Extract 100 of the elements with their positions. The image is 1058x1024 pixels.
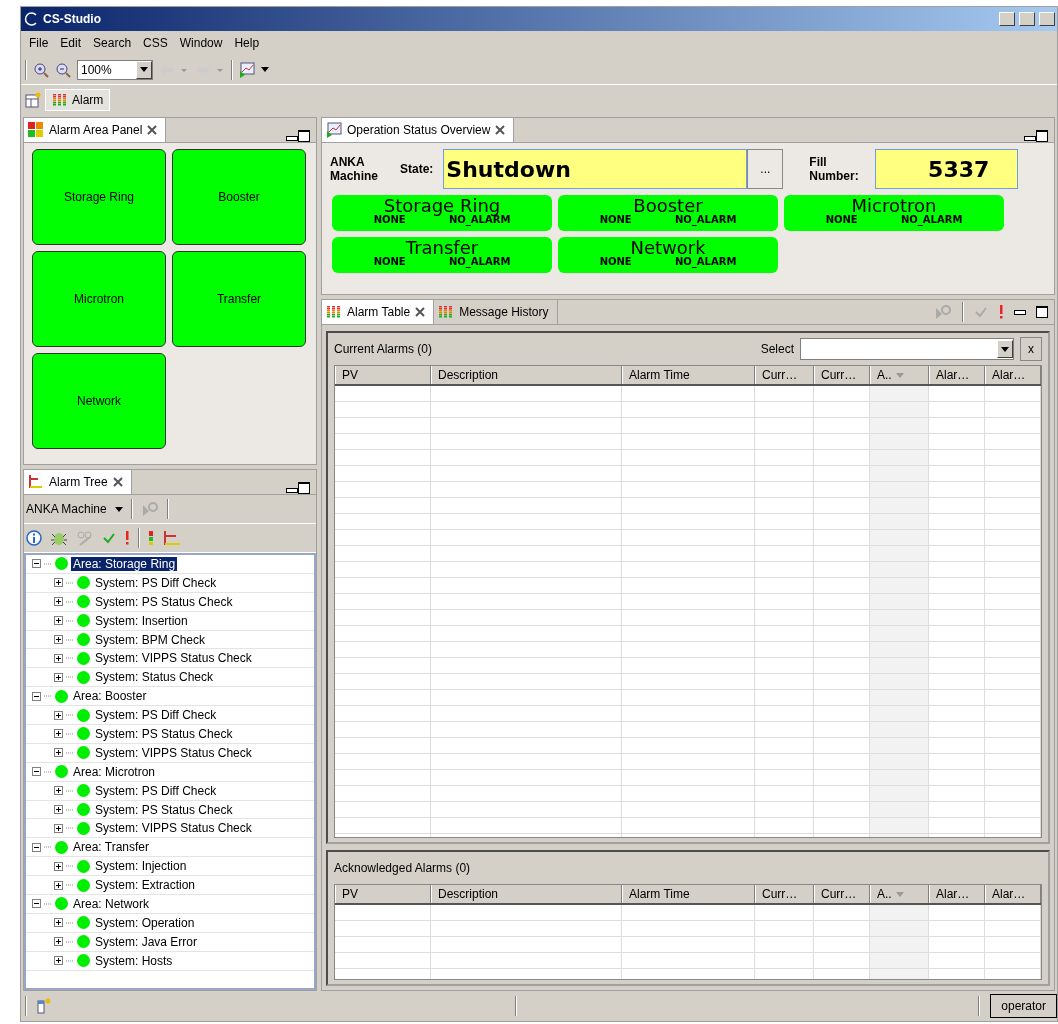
column-header[interactable]: PV [335, 366, 431, 384]
tree-item[interactable]: System: Operation [93, 915, 197, 930]
minimize-icon[interactable] [1024, 134, 1036, 142]
area-tile[interactable]: Storage Ring [32, 149, 166, 245]
expand-icon[interactable] [54, 823, 63, 833]
column-header[interactable]: Curr… [814, 366, 870, 384]
perspective-button[interactable]: Alarm [45, 89, 111, 111]
tree-item[interactable]: System: Hosts [93, 953, 175, 968]
tree-item[interactable]: System: PS Status Check [93, 594, 235, 609]
close-icon[interactable] [112, 477, 123, 487]
expand-icon[interactable] [54, 937, 63, 947]
expand-icon[interactable] [54, 672, 63, 682]
tree-item[interactable]: Area: Storage Ring [71, 556, 178, 571]
tree-item[interactable]: System: PS Diff Check [93, 575, 219, 590]
tree-item[interactable]: System: Insertion [93, 613, 190, 628]
expand-icon[interactable] [54, 616, 63, 626]
expand-icon[interactable] [54, 786, 63, 796]
expand-icon[interactable] [54, 597, 63, 607]
minimize-icon[interactable] [286, 134, 298, 142]
column-header[interactable]: Alar… [985, 885, 1041, 903]
tree-item[interactable]: System: PS Diff Check [93, 708, 219, 723]
collapse-icon[interactable] [32, 899, 41, 909]
zoom-out-icon[interactable] [55, 61, 71, 78]
maximize-icon[interactable] [1036, 130, 1048, 142]
zoom-field[interactable]: 100% [77, 59, 153, 80]
tree-item[interactable]: System: Status Check [93, 670, 216, 685]
maximize-icon[interactable] [1036, 306, 1048, 318]
restore-button[interactable] [1019, 12, 1035, 26]
close-icon[interactable] [495, 125, 506, 135]
exclamation-icon[interactable] [124, 530, 130, 546]
tree-item[interactable]: System: PS Status Check [93, 726, 235, 741]
minimize-icon[interactable] [1014, 308, 1026, 316]
menu-item[interactable]: Search [87, 34, 138, 52]
panel-tab[interactable]: Alarm Area Panel [24, 118, 167, 142]
checkmark-icon[interactable] [102, 531, 116, 545]
collapse-icon[interactable] [32, 691, 41, 701]
expand-icon[interactable] [54, 635, 63, 644]
expand-icon[interactable] [54, 578, 63, 588]
zoom-in-icon[interactable] [33, 61, 49, 78]
tree-item[interactable]: System: Extraction [93, 878, 198, 893]
collapse-icon[interactable] [32, 842, 41, 852]
tree-item[interactable]: Area: Microtron [71, 764, 158, 779]
tree-item[interactable]: Area: Transfer [71, 840, 152, 855]
tree-item[interactable]: System: Java Error [93, 934, 200, 949]
browse-button[interactable]: ... [747, 149, 784, 189]
tree-item[interactable]: System: BPM Check [93, 632, 208, 647]
area-tile[interactable]: Transfer [172, 251, 306, 347]
maximize-icon[interactable] [298, 482, 310, 494]
column-header[interactable]: Description [431, 366, 622, 384]
checkmark-icon[interactable] [974, 305, 988, 319]
expand-icon[interactable] [54, 748, 63, 758]
tree-item[interactable]: Area: Network [71, 896, 152, 911]
expand-icon[interactable] [54, 653, 63, 663]
menu-item[interactable]: File [23, 34, 55, 52]
expand-icon[interactable] [54, 861, 63, 871]
menu-item[interactable]: Help [228, 34, 266, 52]
close-button[interactable] [1039, 12, 1055, 26]
tree-item[interactable]: System: VIPPS Status Check [93, 821, 254, 836]
maximize-icon[interactable] [298, 130, 310, 142]
panel-tab[interactable]: Alarm Table [322, 300, 435, 324]
column-header[interactable]: PV [335, 885, 431, 903]
minimize-button[interactable] [999, 12, 1015, 26]
tree-item[interactable]: System: VIPPS Status Check [93, 745, 254, 760]
select-field[interactable] [800, 338, 1014, 360]
column-header[interactable]: A.. [870, 885, 929, 903]
fast-view-icon[interactable] [37, 998, 53, 1014]
expand-icon[interactable] [54, 805, 63, 814]
expand-icon[interactable] [54, 956, 63, 966]
tree-item[interactable]: System: PS Diff Check [93, 783, 219, 798]
column-header[interactable]: Curr… [755, 366, 814, 384]
dropdown-arrow-icon[interactable] [114, 506, 123, 512]
column-header[interactable]: Curr… [814, 885, 870, 903]
bug-icon[interactable] [50, 530, 68, 546]
expand-icon[interactable] [54, 918, 63, 928]
expand-icon[interactable] [54, 710, 63, 720]
clear-button[interactable]: x [1020, 337, 1042, 361]
expand-icon[interactable] [54, 729, 63, 739]
menu-item[interactable]: CSS [137, 34, 174, 52]
minimize-icon[interactable] [286, 486, 298, 494]
column-header[interactable]: Description [431, 885, 622, 903]
close-icon[interactable] [147, 125, 158, 135]
column-header[interactable]: A.. [870, 366, 929, 384]
dropdown-button[interactable] [997, 340, 1013, 358]
panel-tab[interactable]: Alarm Tree [24, 470, 132, 494]
column-header[interactable]: Alar… [985, 366, 1041, 384]
expand-icon[interactable] [54, 880, 63, 890]
collapse-icon[interactable] [32, 767, 41, 777]
tree-item[interactable]: System: VIPPS Status Check [93, 651, 254, 666]
menu-item[interactable]: Window [173, 34, 229, 52]
column-header[interactable]: Alarm Time [622, 366, 755, 384]
tree-icon[interactable] [162, 530, 182, 546]
info-icon[interactable] [26, 530, 42, 546]
menu-item[interactable]: Edit [54, 34, 88, 52]
severity-bar-icon[interactable] [148, 530, 154, 546]
column-header[interactable]: Alarm Time [622, 885, 755, 903]
area-tile[interactable]: Network [32, 353, 166, 449]
column-header[interactable]: Alar… [929, 885, 985, 903]
tree-item[interactable]: Area: Booster [71, 689, 149, 704]
area-tile[interactable]: Microtron [32, 251, 166, 347]
tree-item[interactable]: System: Injection [93, 859, 189, 874]
